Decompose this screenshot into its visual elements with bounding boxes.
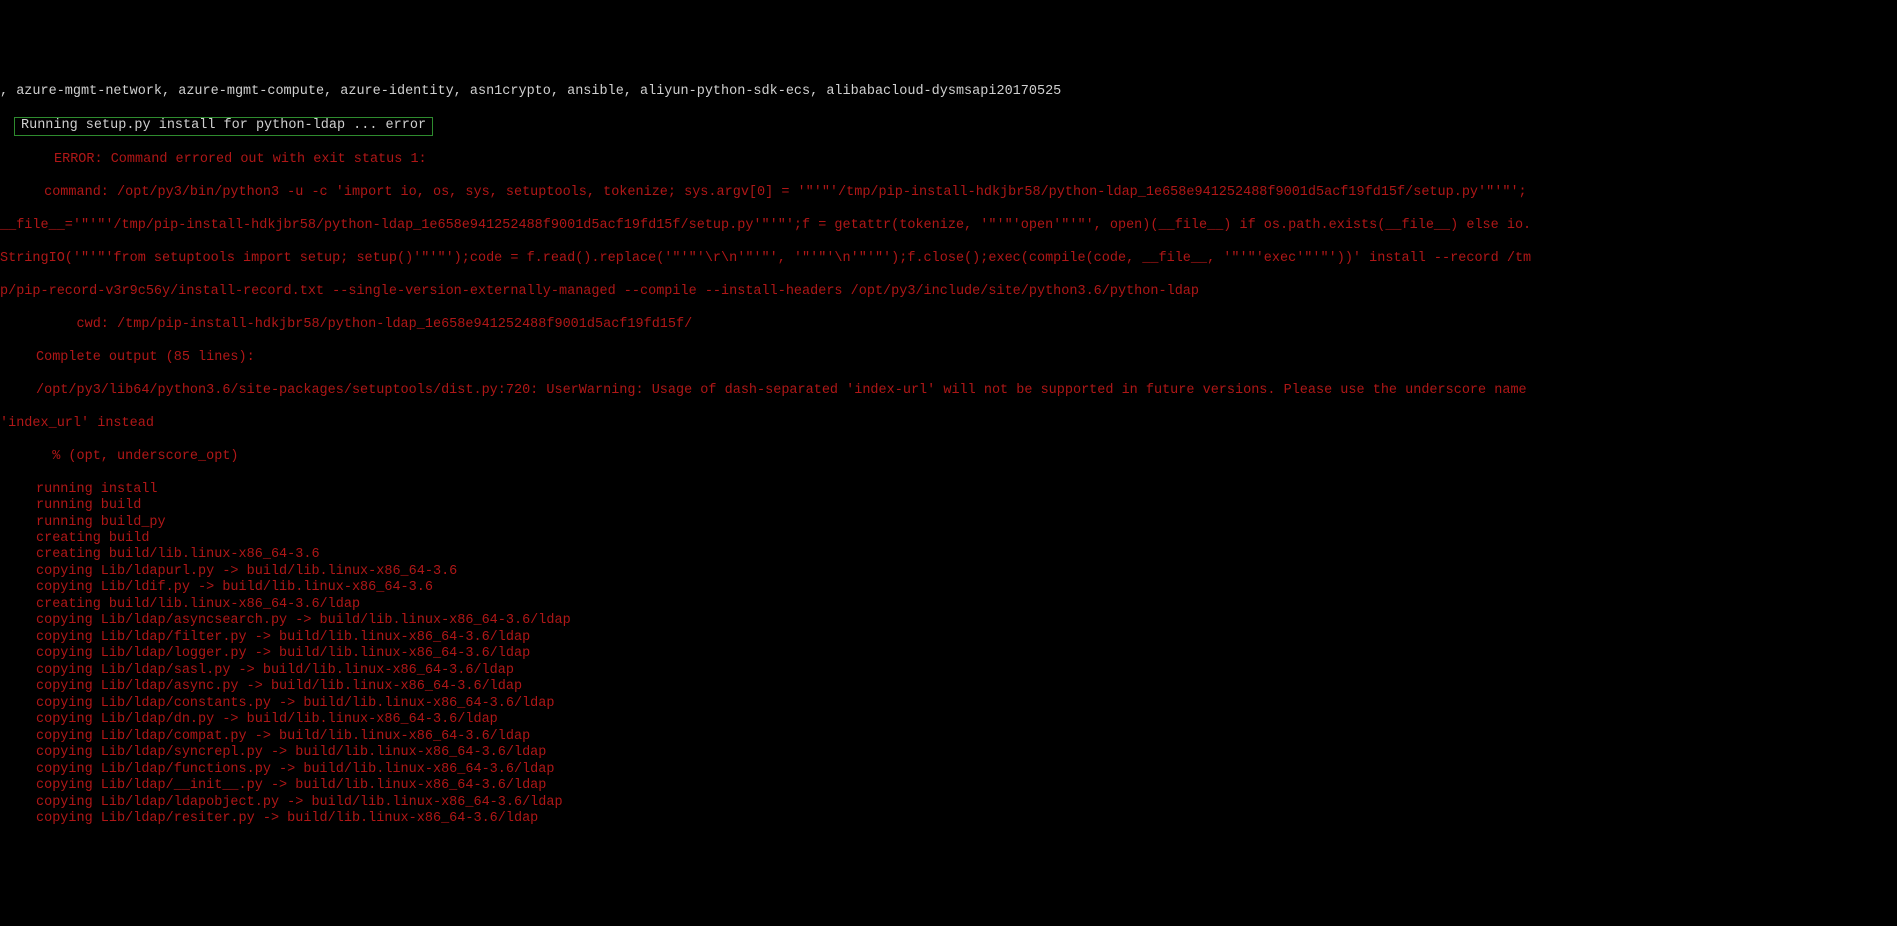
build-line: copying Lib/ldap/logger.py -> build/lib.… — [0, 646, 1897, 662]
build-line: copying Lib/ldif.py -> build/lib.linux-x… — [0, 580, 1897, 596]
build-line: copying Lib/ldap/filter.py -> build/lib.… — [0, 630, 1897, 646]
build-line: creating build/lib.linux-x86_64-3.6/ldap — [0, 597, 1897, 613]
cwd-line: cwd: /tmp/pip-install-hdkjbr58/python-ld… — [0, 317, 1897, 333]
terminal-output[interactable]: , azure-mgmt-network, azure-mgmt-compute… — [0, 68, 1897, 844]
error-header: ERROR: Command errored out with exit sta… — [0, 152, 1897, 168]
build-line: copying Lib/ldap/dn.py -> build/lib.linu… — [0, 712, 1897, 728]
build-line: copying Lib/ldap/constants.py -> build/l… — [0, 696, 1897, 712]
build-line: copying Lib/ldap/__init__.py -> build/li… — [0, 778, 1897, 794]
build-line: copying Lib/ldap/functions.py -> build/l… — [0, 762, 1897, 778]
build-line: copying Lib/ldap/ldapobject.py -> build/… — [0, 795, 1897, 811]
command-line-1: command: /opt/py3/bin/python3 -u -c 'imp… — [0, 185, 1897, 201]
build-line: running build_py — [0, 515, 1897, 531]
build-line: copying Lib/ldap/compat.py -> build/lib.… — [0, 729, 1897, 745]
build-line: copying Lib/ldap/async.py -> build/lib.l… — [0, 679, 1897, 695]
build-line: copying Lib/ldap/asyncsearch.py -> build… — [0, 613, 1897, 629]
build-line: creating build/lib.linux-x86_64-3.6 — [0, 547, 1897, 563]
build-line: copying Lib/ldapurl.py -> build/lib.linu… — [0, 564, 1897, 580]
opt-line: % (opt, underscore_opt) — [0, 449, 1897, 465]
build-output: running installrunning buildrunning buil… — [0, 482, 1897, 828]
command-line-3: StringIO('"'"'from setuptools import set… — [0, 251, 1897, 267]
build-line: copying Lib/ldap/resiter.py -> build/lib… — [0, 811, 1897, 827]
setup-error-highlight: Running setup.py install for python-ldap… — [14, 117, 433, 135]
complete-output-line: Complete output (85 lines): — [0, 350, 1897, 366]
warning-line-2: 'index_url' instead — [0, 416, 1897, 432]
build-line: copying Lib/ldap/syncrepl.py -> build/li… — [0, 745, 1897, 761]
command-line-2: __file__='"'"'/tmp/pip-install-hdkjbr58/… — [0, 218, 1897, 234]
build-line: creating build — [0, 531, 1897, 547]
build-line: running install — [0, 482, 1897, 498]
warning-line-1: /opt/py3/lib64/python3.6/site-packages/s… — [0, 383, 1897, 399]
packages-line: , azure-mgmt-network, azure-mgmt-compute… — [0, 84, 1897, 100]
command-line-4: p/pip-record-v3r9c56y/install-record.txt… — [0, 284, 1897, 300]
build-line: running build — [0, 498, 1897, 514]
